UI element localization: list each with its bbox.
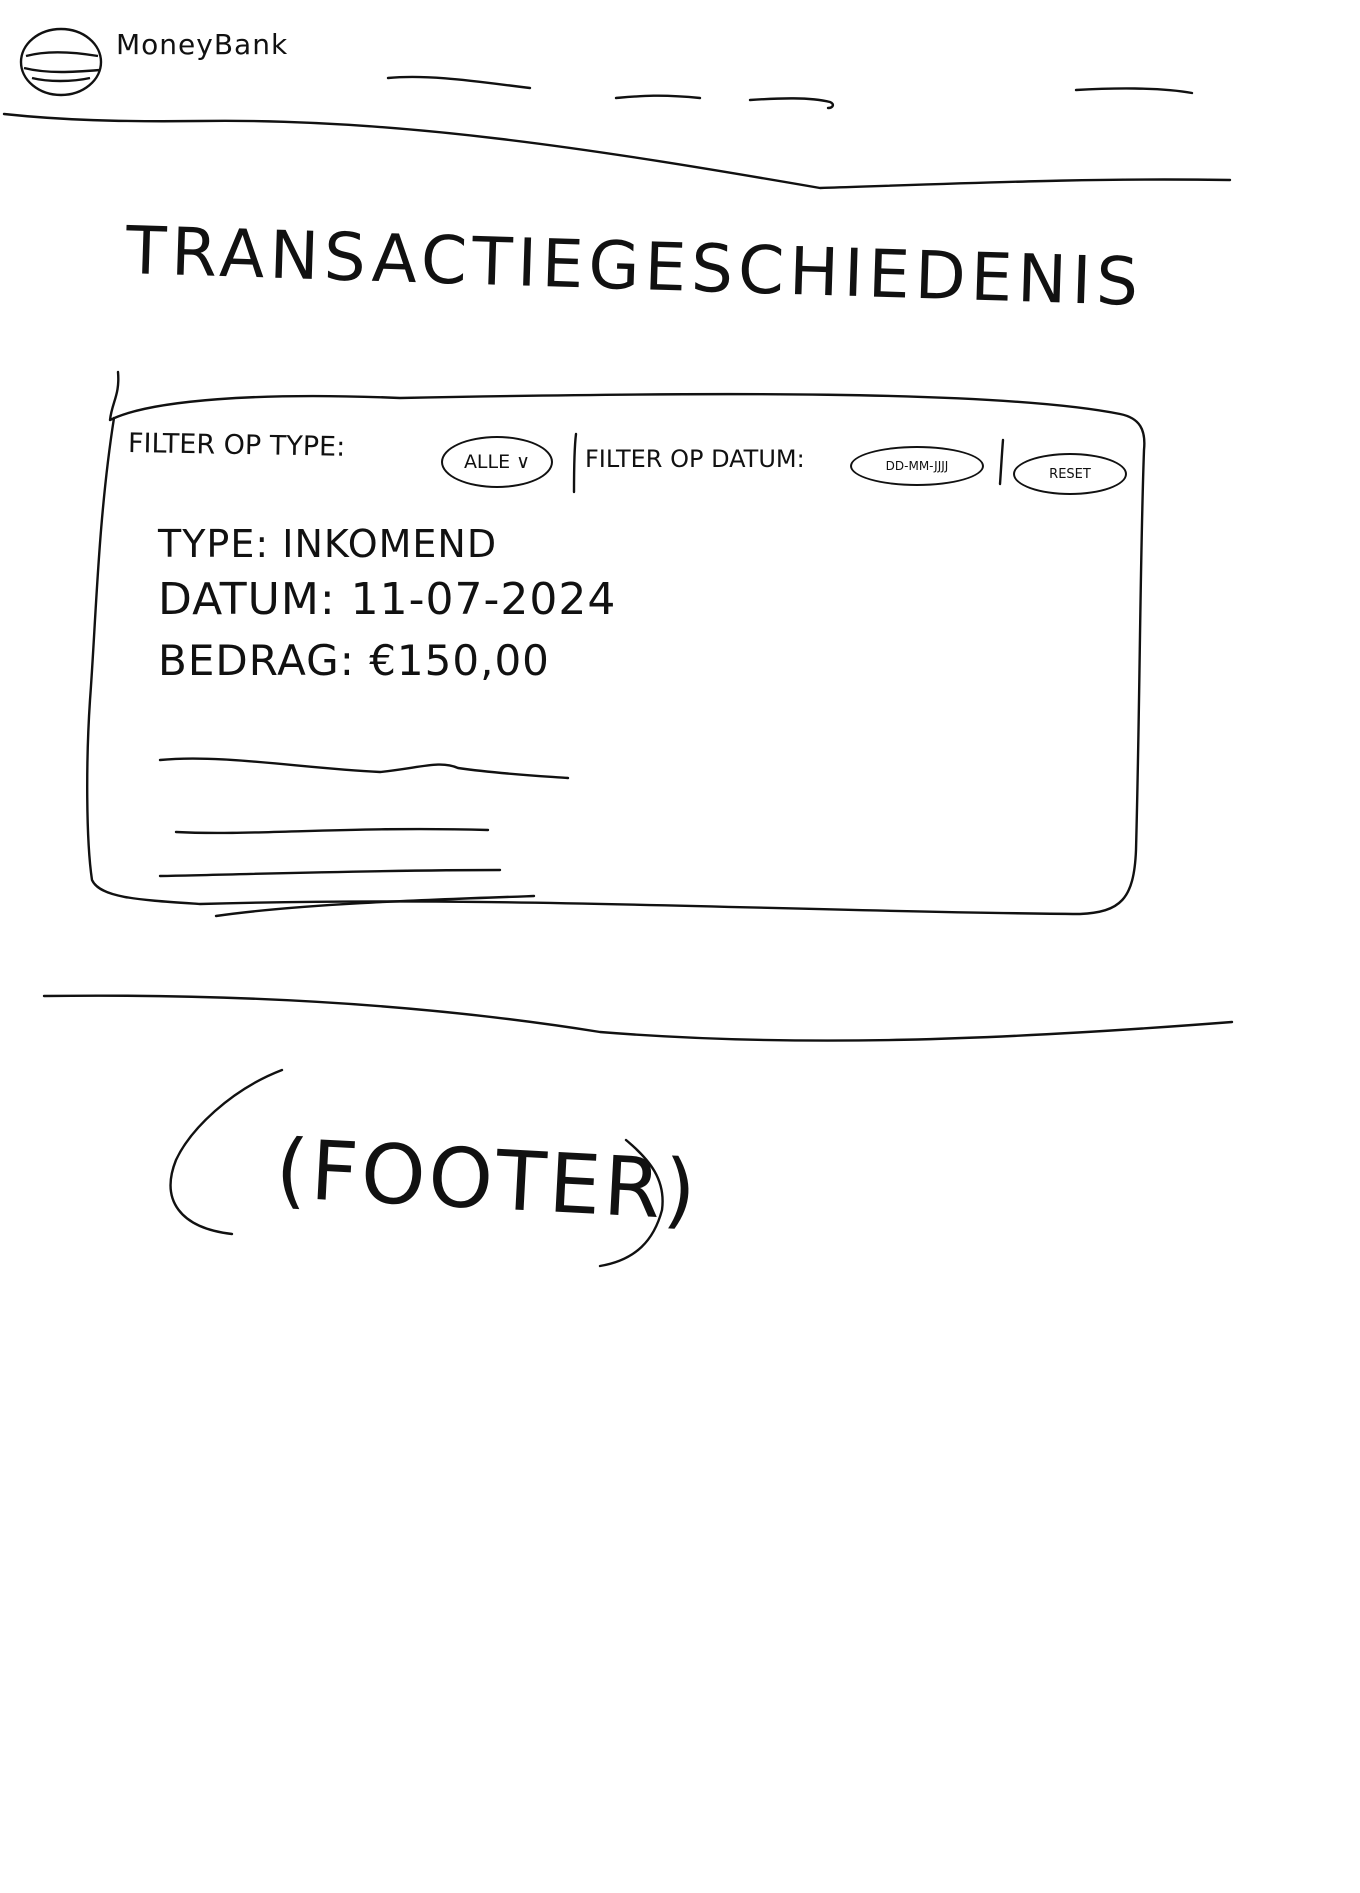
- nav-link-4[interactable]: [1074, 72, 1196, 106]
- filter-separator-1: [572, 432, 578, 494]
- footer-divider: [42, 994, 1234, 1042]
- type-filter-select[interactable]: ALLE ∨: [441, 436, 553, 488]
- transaction-date: DATUM: 11-07-2024: [158, 574, 617, 625]
- filter-date-label: FILTER OP DATUM:: [585, 445, 805, 473]
- reset-button[interactable]: RESET: [1013, 453, 1127, 495]
- filter-separator-2: [998, 438, 1005, 486]
- nav-link-1[interactable]: [386, 72, 532, 106]
- footer-label: (FOOTER): [273, 1122, 702, 1240]
- placeholder-row-3: [158, 868, 502, 878]
- nav-link-3[interactable]: [748, 72, 836, 106]
- transaction-amount: BEDRAG: €150,00: [158, 636, 550, 685]
- placeholder-row-1: [158, 757, 570, 780]
- bank-coin-icon[interactable]: [18, 26, 104, 98]
- header-divider: [2, 112, 1232, 190]
- placeholder-row-2: [174, 827, 490, 835]
- brand-name[interactable]: MoneyBank: [116, 28, 288, 61]
- filter-type-label: FILTER OP TYPE:: [127, 428, 346, 463]
- page-title: TRANSACTIEGESCHIEDENIS: [124, 212, 1145, 321]
- date-filter-input[interactable]: [850, 446, 984, 486]
- transaction-type: TYPE: INKOMEND: [158, 522, 498, 566]
- footer-paren-left: [169, 1068, 284, 1236]
- nav-link-2[interactable]: [612, 72, 704, 106]
- placeholder-row-4: [214, 894, 536, 918]
